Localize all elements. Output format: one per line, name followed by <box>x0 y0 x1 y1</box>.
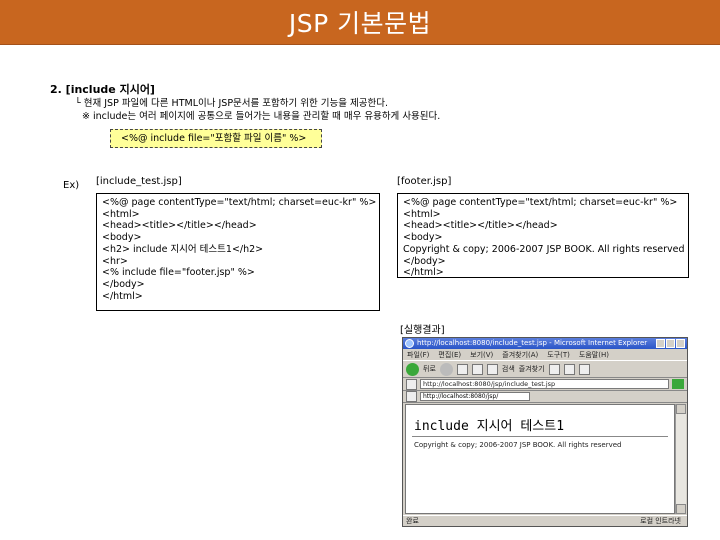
page-heading: include 지시어 테스트1 <box>414 419 565 434</box>
code-line: <hr> <box>102 255 128 267</box>
code-line: <body> <box>102 232 142 244</box>
code-line: <body> <box>403 232 443 244</box>
code-line: <html> <box>102 208 140 220</box>
browser-page-content: include 지시어 테스트1 Copyright & copy; 2006-… <box>405 404 675 514</box>
browser-menu-bar: 파일(F) 편집(E) 보기(V) 즐겨찾기(A) 도구(T) 도움말(H) <box>403 349 687 360</box>
result-label: [실행결과] <box>400 325 445 336</box>
code-line: <html> <box>403 208 441 220</box>
code-line: </body> <box>102 278 145 290</box>
menu-help[interactable]: 도움말(H) <box>579 350 609 360</box>
print-icon[interactable] <box>578 363 590 375</box>
browser-toolbar: 뒤로 검색 즐겨찾기 <box>403 360 687 378</box>
browser-screenshot: http://localhost:8080/include_test.jsp -… <box>402 337 688 527</box>
home-icon[interactable] <box>486 363 498 375</box>
page-copyright: Copyright & copy; 2006-2007 JSP BOOK. Al… <box>414 441 622 449</box>
file1-name: [include_test.jsp] <box>96 176 182 187</box>
status-bar: 완료 로컬 인트라넷 <box>403 515 687 526</box>
code-line: <%@ page contentType="text/html; charset… <box>102 197 377 208</box>
maximize-icon[interactable] <box>666 339 675 348</box>
scroll-down-icon[interactable] <box>676 504 686 514</box>
code-line: <%@ page contentType="text/html; charset… <box>403 197 678 208</box>
address-input[interactable]: http://localhost:8080/jsp/include_test.j… <box>420 379 669 389</box>
links-bar: http://localhost:8080/jsp/ <box>403 391 687 403</box>
include-test-code-box: <%@ page contentType="text/html; charset… <box>96 193 380 311</box>
file2-name: [footer.jsp] <box>397 176 452 187</box>
section-heading: 2. [include 지시어] <box>50 83 155 96</box>
refresh-icon[interactable] <box>471 363 483 375</box>
close-icon[interactable] <box>676 339 685 348</box>
menu-view[interactable]: 보기(V) <box>470 350 493 360</box>
code-line: <h2> include 지시어 테스트1</h2> <box>102 243 264 255</box>
mail-icon[interactable] <box>563 363 575 375</box>
code-line: Copyright & copy; 2006-2007 JSP BOOK. Al… <box>403 243 685 255</box>
slide-header: JSP 기본문법 <box>0 0 720 45</box>
menu-file[interactable]: 파일(F) <box>407 350 429 360</box>
footer-code-box: <%@ page contentType="text/html; charset… <box>397 193 689 278</box>
code-line: </body> <box>403 255 446 267</box>
forward-arrow-icon[interactable] <box>439 362 453 376</box>
go-button[interactable] <box>672 379 684 389</box>
back-label[interactable]: 뒤로 <box>423 364 436 374</box>
links-input[interactable]: http://localhost:8080/jsp/ <box>420 392 530 401</box>
code-line: </html> <box>403 267 444 279</box>
status-text: 완료 <box>406 517 419 525</box>
example-label: Ex) <box>63 180 80 191</box>
horizontal-rule <box>412 436 668 438</box>
browser-title-bar: http://localhost:8080/include_test.jsp -… <box>403 338 687 349</box>
vertical-scrollbar[interactable] <box>675 404 686 514</box>
menu-edit[interactable]: 편집(E) <box>438 350 461 360</box>
browser-window-title: http://localhost:8080/include_test.jsp -… <box>417 339 648 347</box>
code-line: </html> <box>102 290 143 302</box>
description-line-1: └ 현재 JSP 파일에 다른 HTML이나 JSP문서를 포함하기 위한 기능… <box>75 98 388 109</box>
status-zone: 로컬 인트라넷 <box>640 517 681 525</box>
back-arrow-icon[interactable] <box>406 362 419 376</box>
syntax-box: <%@ include file="포함할 파일 이름" %> <box>110 129 322 148</box>
menu-favorites[interactable]: 즐겨찾기(A) <box>502 350 538 360</box>
ie-icon <box>405 339 414 348</box>
menu-tools[interactable]: 도구(T) <box>547 350 570 360</box>
stop-icon[interactable] <box>456 363 468 375</box>
page-icon <box>406 378 417 390</box>
window-controls <box>656 339 685 348</box>
code-line: <head><title></title></head> <box>403 220 558 232</box>
code-line: <% include file="footer.jsp" %> <box>102 267 255 279</box>
slide-title: JSP 기본문법 <box>288 9 432 38</box>
scroll-up-icon[interactable] <box>676 404 686 414</box>
favorites-label[interactable]: 즐겨찾기 <box>519 364 545 374</box>
code-line: <head><title></title></head> <box>102 220 257 232</box>
address-bar: http://localhost:8080/jsp/include_test.j… <box>403 378 687 391</box>
page-icon <box>406 391 417 402</box>
minimize-icon[interactable] <box>656 339 665 348</box>
search-label[interactable]: 검색 <box>502 364 515 374</box>
media-icon[interactable] <box>548 363 560 375</box>
description-line-2: ※ include는 여러 페이지에 공통으로 들어가는 내용을 관리할 때 매… <box>82 111 441 122</box>
